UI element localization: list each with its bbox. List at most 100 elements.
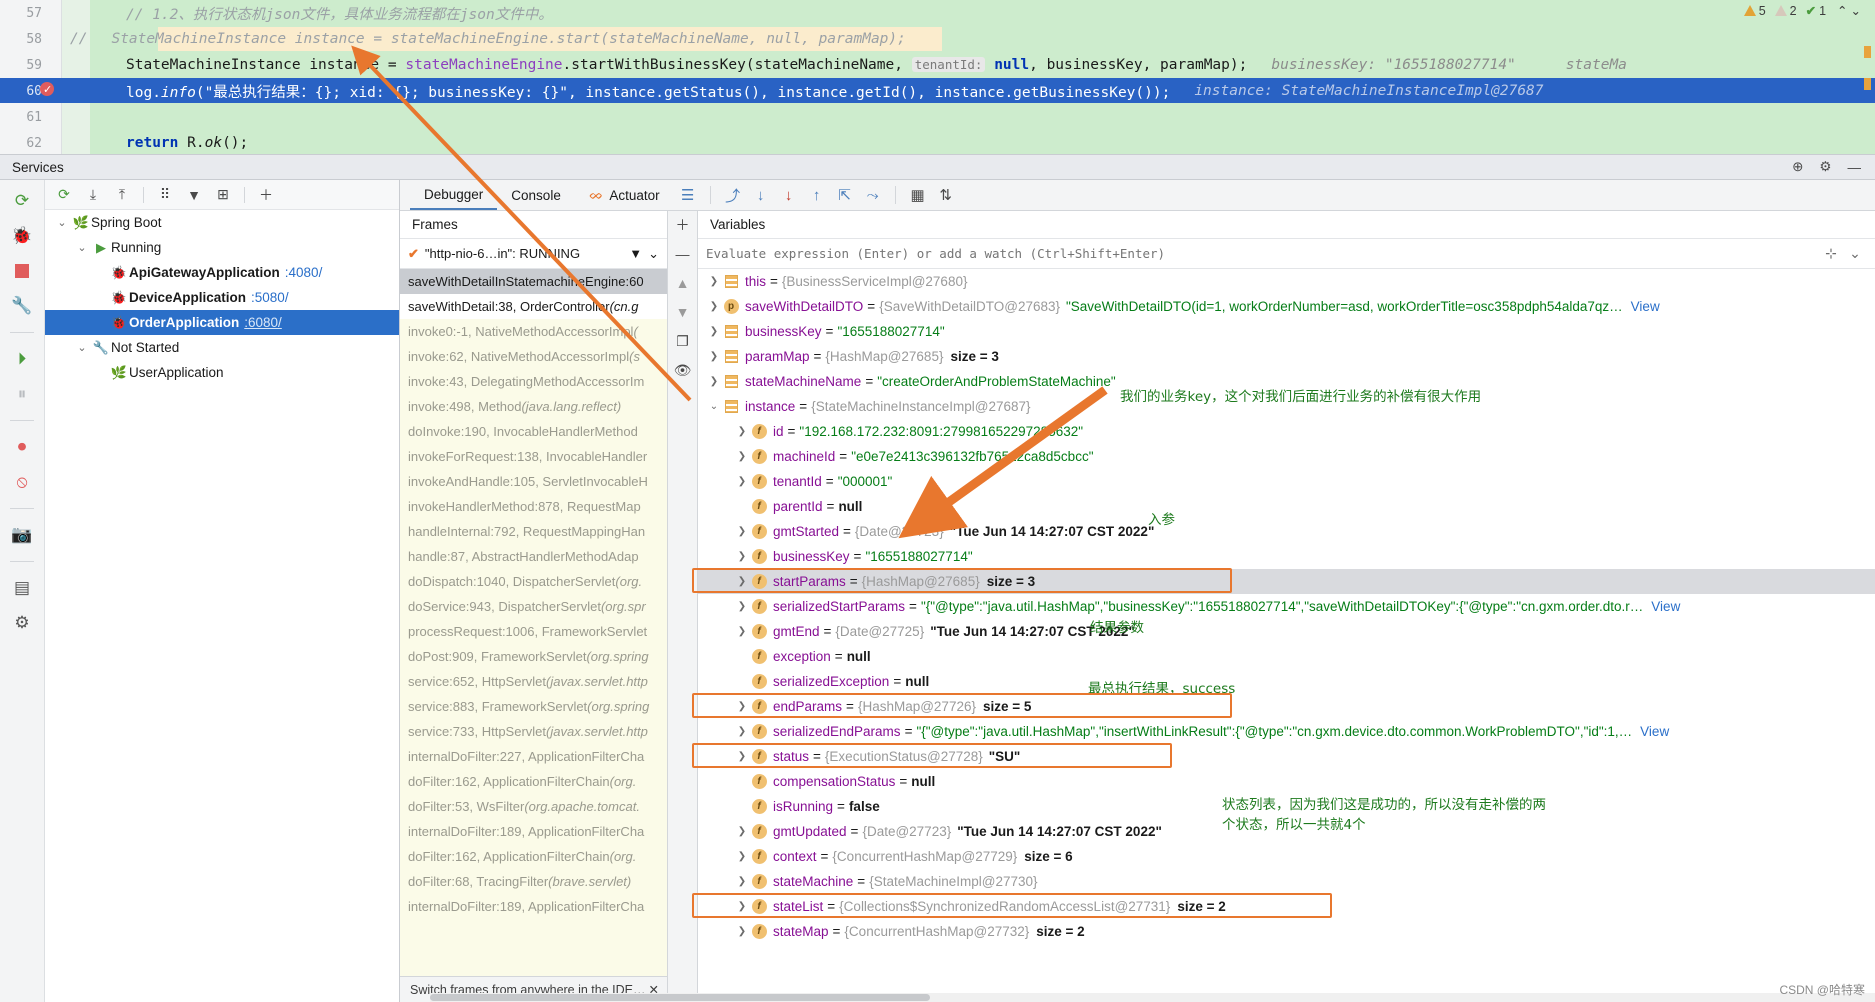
evaluate-expression-bar[interactable]: ⊹ ⌄	[698, 239, 1875, 269]
table-icon[interactable]: ▦	[904, 182, 932, 208]
frame-item[interactable]: doService:943, DispatcherServlet (org.sp…	[400, 594, 667, 619]
debugger-tabbar[interactable]: Debugger Console ᨖ Actuator ☰ ⤴ ↓ ↓ ↑ ⇱ …	[400, 180, 1875, 211]
frame-item[interactable]: internalDoFilter:189, ApplicationFilterC…	[400, 819, 667, 844]
frame-item[interactable]: processRequest:1006, FrameworkServlet	[400, 619, 667, 644]
pause-icon[interactable]: ⏸	[11, 383, 33, 405]
services-tree-panel[interactable]: ⟳ ⤓ ⤒ ⠿ ▼ ⊞ ＋ ⌄ 🌿 Spring Boot ⌄ ▶ Runnin…	[45, 180, 400, 1002]
chevron-down-icon[interactable]: ⌄	[706, 401, 722, 412]
tree-node-not-started[interactable]: ⌄ 🔧 Not Started	[45, 335, 399, 360]
frame-item[interactable]: internalDoFilter:227, ApplicationFilterC…	[400, 744, 667, 769]
variable-row[interactable]: ❯ f serializedEndParams = "{"@type":"java.ut…	[698, 719, 1875, 744]
tree-item-order-application[interactable]: 🐞 OrderApplication :6080/	[45, 310, 399, 335]
remove-watch-icon[interactable]: —	[672, 244, 694, 264]
frame-item[interactable]: saveWithDetail:38, OrderController (cn.g	[400, 294, 667, 319]
frame-item[interactable]: invoke0:-1, NativeMethodAccessorImpl (	[400, 319, 667, 344]
chevron-right-icon[interactable]: ❯	[734, 901, 750, 912]
code-editor[interactable]: 57 // 1.2、执行状态机json文件，具体业务流程都在json文件中。 5…	[0, 0, 1875, 154]
variable-row[interactable]: f parentId = null	[698, 494, 1875, 519]
service-port[interactable]: :5080/	[251, 290, 289, 305]
group-by-icon[interactable]: ⠿	[152, 183, 178, 207]
up-icon[interactable]: ▲	[672, 273, 694, 293]
tree-node-spring-boot[interactable]: ⌄ 🌿 Spring Boot	[45, 210, 399, 235]
rerun-debug-icon[interactable]: 🐞	[11, 225, 33, 247]
services-tree-toolbar[interactable]: ⟳ ⤓ ⤒ ⠿ ▼ ⊞ ＋	[45, 180, 399, 210]
add-icon[interactable]: ＋	[253, 183, 279, 207]
editor-line-59[interactable]: 59 StateMachineInstance instance = state…	[0, 52, 1875, 78]
variable-row[interactable]: ❯ f stateList = {Collections$SynchronizedRan…	[698, 894, 1875, 919]
chevron-down-icon[interactable]: ⌄	[73, 241, 91, 254]
tree-item-api-gateway-application[interactable]: 🐞 ApiGatewayApplication :4080/	[45, 260, 399, 285]
chevron-right-icon[interactable]: ❯	[734, 426, 750, 437]
sort-icon[interactable]: ⇅	[932, 182, 960, 208]
chevron-right-icon[interactable]: ❯	[734, 701, 750, 712]
inspection-widget[interactable]: 5 2 ✔ 1 ⌃ ⌄	[1743, 3, 1861, 18]
eye-icon[interactable]: 👁	[672, 360, 694, 380]
chevron-right-icon[interactable]: ❯	[734, 476, 750, 487]
variable-row[interactable]: f exception = null	[698, 644, 1875, 669]
toolwindow-actions[interactable]: ⊕ ⚙ —	[1792, 159, 1875, 175]
rerun-icon[interactable]: ⟳	[51, 183, 77, 207]
frame-item[interactable]: service:652, HttpServlet (javax.servlet.…	[400, 669, 667, 694]
chevron-right-icon[interactable]: ❯	[734, 851, 750, 862]
service-port[interactable]: :6080/	[244, 315, 282, 330]
frames-column[interactable]: Frames ✔ "http-nio-6…in": RUNNING ▼ ⌄ sa…	[400, 211, 668, 1002]
frame-item[interactable]: handle:87, AbstractHandlerMethodAdap	[400, 544, 667, 569]
chevron-right-icon[interactable]: ❯	[734, 826, 750, 837]
copy-icon[interactable]: ❐	[672, 331, 694, 351]
frame-item[interactable]: invokeHandlerMethod:878, RequestMap	[400, 494, 667, 519]
evaluate-expression-input[interactable]	[706, 246, 1819, 261]
step-into-icon[interactable]: ↓	[747, 182, 775, 208]
variables-side-toolbar[interactable]: ＋ — ▲ ▼ ❐ 👁	[668, 211, 698, 1002]
view-link[interactable]: View	[1631, 299, 1660, 314]
breakpoints-icon[interactable]: ⏺	[11, 436, 33, 458]
settings-gear-icon[interactable]: ⚙	[1819, 159, 1831, 175]
chevron-right-icon[interactable]: ❯	[706, 301, 722, 312]
collapse-all-icon[interactable]: ⤒	[109, 183, 135, 207]
frame-item[interactable]: doFilter:162, ApplicationFilterChain (or…	[400, 844, 667, 869]
variable-row[interactable]: f serializedException = null	[698, 669, 1875, 694]
step-over-icon[interactable]: ⤴	[719, 182, 747, 208]
drop-frame-icon[interactable]: ⇱	[831, 182, 859, 208]
frame-item[interactable]: doFilter:162, ApplicationFilterChain (or…	[400, 769, 667, 794]
variable-row[interactable]: ❯ f gmtEnd = {Date@27725} "Tue Jun 14 14:27:0…	[698, 619, 1875, 644]
variable-row[interactable]: f compensationStatus = null	[698, 769, 1875, 794]
frame-item[interactable]: service:733, HttpServlet (javax.servlet.…	[400, 719, 667, 744]
minimize-icon[interactable]: —	[1848, 160, 1862, 175]
view-link[interactable]: View	[1651, 599, 1680, 614]
force-step-into-icon[interactable]: ↓	[775, 182, 803, 208]
chevron-right-icon[interactable]: ❯	[706, 376, 722, 387]
frame-item[interactable]: doInvoke:190, InvocableHandlerMethod	[400, 419, 667, 444]
help-icon[interactable]: ⊕	[1792, 159, 1803, 175]
menu-icon[interactable]: ☰	[674, 182, 702, 208]
frame-item[interactable]: doDispatch:1040, DispatcherServlet (org.	[400, 569, 667, 594]
chevron-right-icon[interactable]: ❯	[734, 551, 750, 562]
chevron-down-icon[interactable]: ⌄	[1843, 245, 1867, 262]
variable-row[interactable]: ❯ f context = {ConcurrentHashMap@27729} size …	[698, 844, 1875, 869]
chevron-right-icon[interactable]: ❯	[706, 351, 722, 362]
editor-line-57[interactable]: 57 // 1.2、执行状态机json文件，具体业务流程都在json文件中。	[0, 0, 1875, 26]
frame-item[interactable]: doPost:909, FrameworkServlet (org.spring	[400, 644, 667, 669]
tab-actuator[interactable]: ᨖ Actuator	[575, 180, 674, 210]
chevron-right-icon[interactable]: ❯	[734, 626, 750, 637]
variables-column[interactable]: Variables ⊹ ⌄ ❯this={BusinessServiceImpl…	[698, 211, 1875, 1002]
filter-icon[interactable]: ▼	[181, 183, 207, 207]
frame-item[interactable]: saveWithDetailInStatemachineEngine:60	[400, 269, 667, 294]
add-tab-icon[interactable]: ⊞	[210, 183, 236, 207]
frames-list[interactable]: saveWithDetailInStatemachineEngine:60 sav…	[400, 269, 667, 976]
down-icon[interactable]: ▼	[672, 302, 694, 322]
chevron-right-icon[interactable]: ❯	[734, 451, 750, 462]
variable-row[interactable]: ❯ f startParams = {HashMap@27685} size = 3	[698, 569, 1875, 594]
chevron-right-icon[interactable]: ❯	[734, 926, 750, 937]
add-watch-icon[interactable]: ＋	[672, 215, 694, 235]
chevron-right-icon[interactable]: ❯	[706, 276, 722, 287]
frame-item[interactable]: invoke:498, Method (java.lang.reflect)	[400, 394, 667, 419]
tree-item-device-application[interactable]: 🐞 DeviceApplication :5080/	[45, 285, 399, 310]
variable-row[interactable]: ❯ paramMap = {HashMap@27685} size = 3	[698, 344, 1875, 369]
variable-row[interactable]: ❯ f endParams = {HashMap@27726} size = 5	[698, 694, 1875, 719]
variable-row[interactable]: ❯ f businessKey = "1655188027714"	[698, 544, 1875, 569]
variable-row[interactable]: ❯ f gmtStarted = {Date@27723} "Tue Jun 14 14:…	[698, 519, 1875, 544]
variable-row[interactable]: ❯ f stateMap = {ConcurrentHashMap@27732} size…	[698, 919, 1875, 944]
chevron-down-icon[interactable]: ⌄	[53, 216, 71, 229]
frame-item[interactable]: doFilter:53, WsFilter (org.apache.tomcat…	[400, 794, 667, 819]
variable-row[interactable]: ❯ f machineId = "e0e7e2413c396132fb76512ca8d…	[698, 444, 1875, 469]
